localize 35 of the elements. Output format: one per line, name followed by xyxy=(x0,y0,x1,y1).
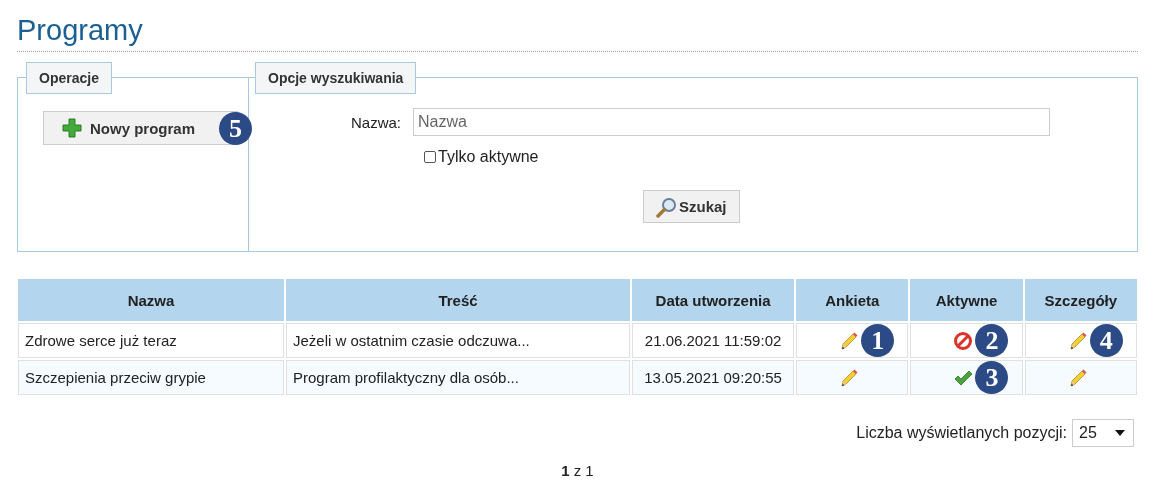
table-cell: Program profilaktyczny dla osób... xyxy=(286,360,630,395)
panel-legend: Opcje wyszukiwania xyxy=(255,62,417,94)
column-header[interactable]: Aktywne xyxy=(910,279,1023,321)
table-cell: 21.06.2021 11:59:02 xyxy=(632,323,795,358)
pencil-icon[interactable] xyxy=(1067,330,1088,351)
checkbox[interactable] xyxy=(424,151,436,163)
column-header[interactable]: Szczegóły xyxy=(1024,279,1137,321)
table-cell: 13.05.2021 09:20:55 xyxy=(632,360,795,395)
column-header[interactable]: Treść xyxy=(286,279,630,321)
pencil-icon[interactable] xyxy=(839,367,860,388)
callout-number: 1 xyxy=(861,324,895,357)
magnifier-icon xyxy=(656,195,678,218)
name-label: Nazwa: xyxy=(349,113,402,131)
callout-number: 4 xyxy=(1089,324,1123,357)
table-cell: Jeżeli w ostatnim czasie odczuwa... xyxy=(286,323,630,358)
callout-number: 3 xyxy=(975,361,1009,394)
column-header[interactable]: Ankieta xyxy=(796,279,909,321)
page-count: z 1 xyxy=(573,462,594,479)
table-cell: Zdrowe serce już teraz xyxy=(18,323,284,358)
page-size-label: Liczba wyświetlanych pozycji: xyxy=(856,424,1067,442)
current-page[interactable]: 1 xyxy=(561,462,570,479)
page-size-dropdown[interactable]: 25 xyxy=(1072,419,1134,447)
callout-number: 2 xyxy=(975,324,1009,357)
pencil-icon[interactable] xyxy=(839,330,860,351)
column-header[interactable]: Nazwa xyxy=(18,279,284,321)
plus-icon xyxy=(62,118,82,138)
pencil-icon[interactable] xyxy=(1067,367,1088,388)
checkbox-label: Tylko aktywne xyxy=(438,148,539,166)
name-input-field[interactable]: Nazwa xyxy=(413,108,1050,136)
page-title: Programy xyxy=(17,14,1138,52)
search-button[interactable]: Szukaj xyxy=(643,190,740,223)
panel-legend: Operacje xyxy=(26,62,112,94)
table-cell: Szczepienia przeciw grypie xyxy=(18,360,284,395)
column-header[interactable]: Data utworzenia xyxy=(632,279,795,321)
prohibited-icon[interactable] xyxy=(953,330,974,351)
